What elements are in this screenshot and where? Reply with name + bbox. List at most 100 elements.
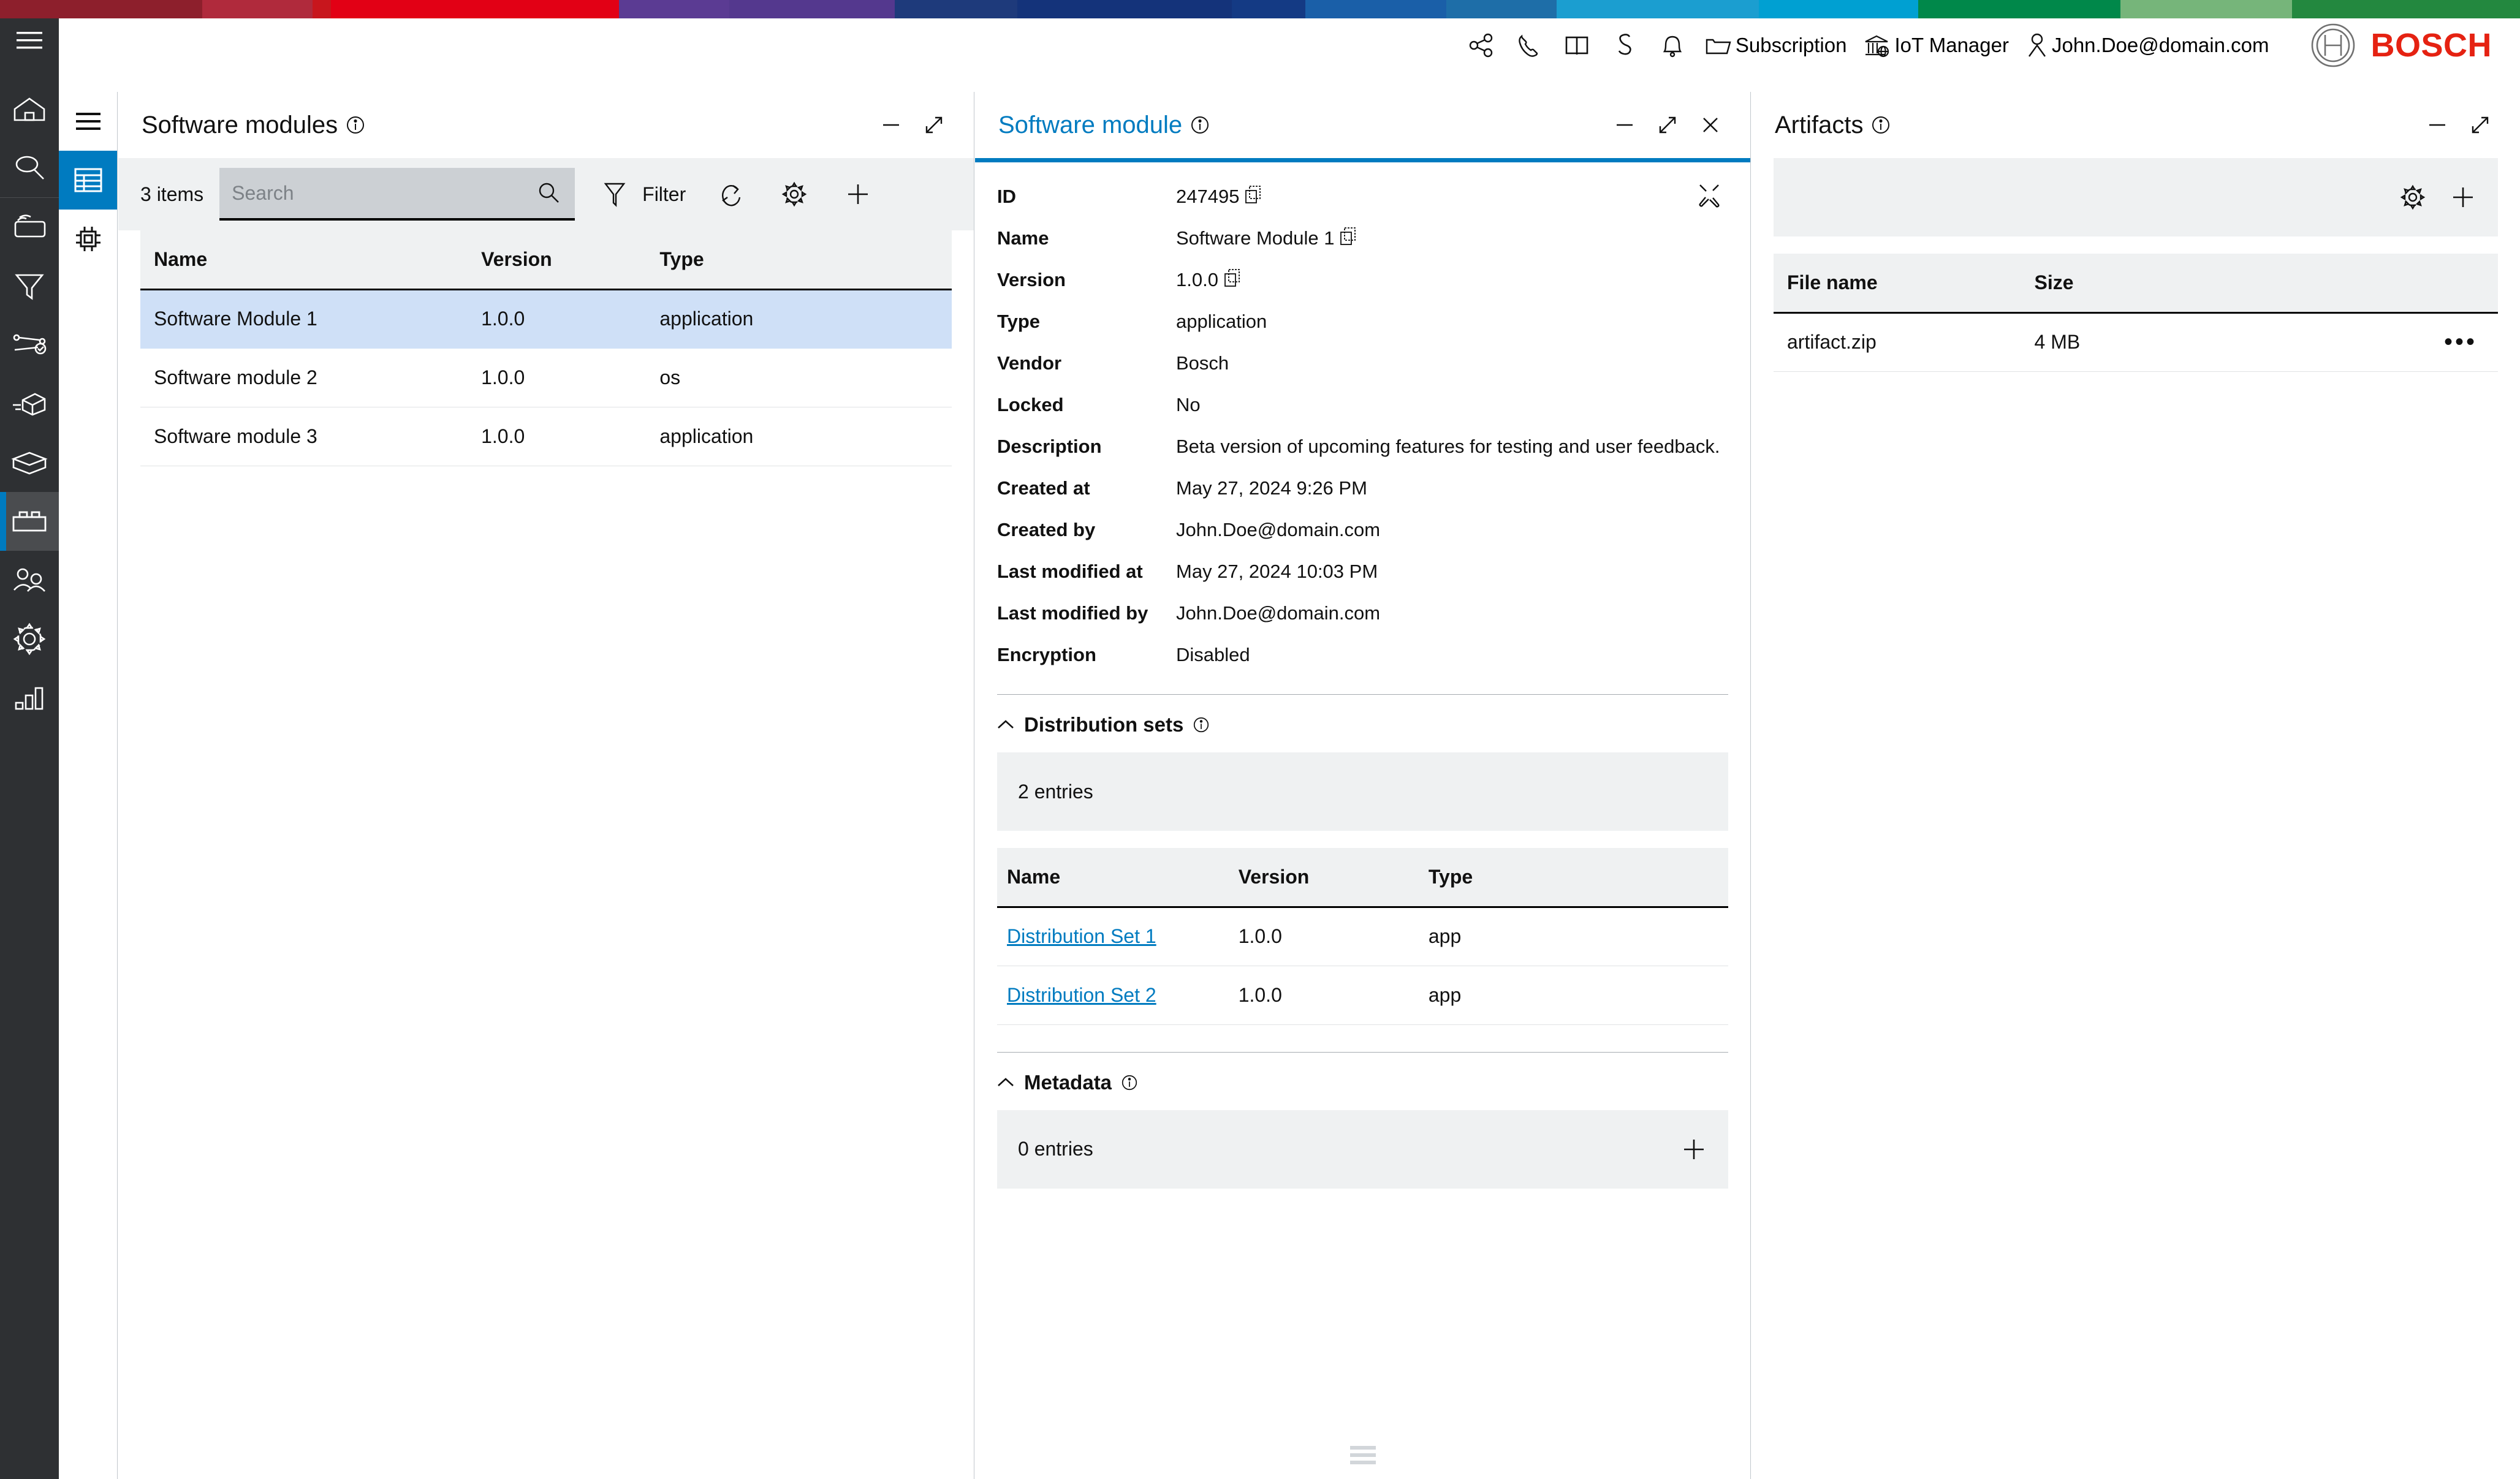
table-row[interactable]: Software module 3 1.0.0 application [140,407,952,466]
column-header-size[interactable]: Size [2034,254,2353,314]
refresh-button[interactable] [707,168,754,221]
chip-icon [75,227,101,251]
rail2-table-view-button[interactable] [59,151,117,210]
column-header-ds-name[interactable]: Name [997,848,1239,908]
detail-active-underline [975,158,1750,162]
artifacts-settings-button[interactable] [2394,178,2432,216]
list-icon [75,113,101,130]
table-row[interactable]: Software Module 1 1.0.0 application [140,289,952,349]
search-icon[interactable] [537,181,561,205]
detail-field-value: No [1176,392,1201,418]
supergraphic-segment [1758,0,1918,18]
cell-type: application [659,407,952,466]
panel-resize-handle[interactable] [975,1442,1750,1468]
search-field-wrapper[interactable] [219,168,575,221]
sidebar-item-reports[interactable] [0,668,59,727]
detail-expand-button[interactable] [1649,106,1687,144]
header-documentation-button[interactable] [1553,18,1601,72]
detail-field-value: Bosch [1176,350,1229,377]
info-icon[interactable] [1193,717,1209,733]
add-metadata-button[interactable] [1680,1136,1707,1163]
column-header-ds-type[interactable]: Type [1428,848,1728,908]
info-icon[interactable] [1872,116,1890,134]
cell-ds-type: app [1428,907,1728,966]
table-settings-button[interactable] [770,168,818,221]
detail-actions-button[interactable] [1690,176,1728,214]
header-share-button[interactable] [1457,18,1505,72]
detail-minimize-button[interactable] [1606,106,1644,144]
header-legal-button[interactable] [1601,18,1649,72]
software-module-detail-title: Software module [998,111,1183,138]
supergraphic-segment [1305,0,1446,18]
gear-icon [775,175,813,213]
column-header-name[interactable]: Name [140,230,482,290]
rail-hamburger-button[interactable] [0,18,59,62]
sidebar-item-software-modules[interactable] [0,492,59,551]
search-input[interactable] [232,181,563,205]
artifacts-expand-button[interactable] [2461,106,2499,144]
column-header-ds-version[interactable]: Version [1238,848,1429,908]
distribution-sets-entries-bar: 2 entries [997,752,1728,831]
menu-icon [17,32,42,49]
filter-icon [15,274,44,300]
expand-icon [1659,116,1676,134]
header-notifications-button[interactable] [1649,18,1696,72]
copy-icon[interactable] [1224,269,1240,287]
artifacts-minimize-button[interactable] [2418,106,2456,144]
sidebar-item-rollouts[interactable] [0,316,59,374]
detail-field-key: Last modified at [997,561,1143,582]
distribution-sets-section-header[interactable]: Distribution sets [997,695,1728,752]
rail2-hardware-button[interactable] [59,210,117,268]
header-phone-button[interactable] [1505,18,1553,72]
sidebar-item-devices[interactable] [0,198,59,257]
distribution-sets-title: Distribution sets [1024,713,1184,736]
info-icon[interactable] [1191,116,1209,134]
add-software-module-button[interactable] [834,168,882,221]
column-header-version[interactable]: Version [481,230,660,290]
sidebar-item-search[interactable] [0,138,59,197]
table-row[interactable]: artifact.zip 4 MB ••• [1774,312,2498,372]
info-icon[interactable] [346,116,365,134]
book-icon [1565,36,1588,55]
sidebar-item-home[interactable] [0,80,59,138]
sidebar-item-distribution-sets[interactable] [0,374,59,433]
supergraphic-segment [1017,0,1232,18]
table-row[interactable]: Distribution Set 2 1.0.0 app [997,966,1728,1025]
detail-field-value: Beta version of upcoming features for te… [1176,433,1720,460]
software-modules-expand-button[interactable] [915,106,953,144]
distribution-set-link[interactable]: Distribution Set 2 [1007,984,1156,1006]
info-icon[interactable] [1121,1075,1137,1091]
table-row[interactable]: Distribution Set 1 1.0.0 app [997,907,1728,966]
add-artifact-button[interactable] [2444,178,2482,216]
header-user-button[interactable]: John.Doe@domain.com [2017,18,2278,72]
column-header-type[interactable]: Type [659,230,952,290]
row-overflow-menu-button[interactable]: ••• [2444,328,2477,355]
sidebar-item-filters[interactable] [0,257,59,316]
table-row[interactable]: Software module 2 1.0.0 os [140,348,952,407]
chevron-up-icon [997,719,1014,730]
distribution-set-link[interactable]: Distribution Set 1 [1007,925,1156,947]
copy-icon[interactable] [1340,227,1356,246]
metadata-section-header[interactable]: Metadata [997,1053,1728,1110]
software-modules-minimize-button[interactable] [872,106,910,144]
table-header-row: Name Version Type [140,230,952,290]
header-iot-manager-button[interactable]: IoT Manager [1855,18,2017,72]
cell-version: 1.0.0 [481,289,660,349]
column-header-file-name[interactable]: File name [1774,254,2035,314]
detail-field-key: ID [997,186,1016,207]
header-subscription-button[interactable]: Subscription [1696,18,1856,72]
supergraphic-segment [0,0,202,18]
cell-row-menu: ••• [2353,312,2498,372]
detail-field-value: John.Doe@domain.com [1176,516,1380,543]
users-icon [13,568,45,592]
rail2-menu-button[interactable] [59,92,117,151]
detail-close-button[interactable] [1691,106,1729,144]
detail-field-row: ID 247495 [997,176,1728,218]
tools-icon [1699,184,1720,208]
sidebar-item-packages[interactable] [0,433,59,492]
detail-field-row: Created at May 27, 2024 9:26 PM [997,467,1728,509]
copy-icon[interactable] [1245,186,1261,204]
filter-button[interactable]: Filter [591,168,691,221]
sidebar-item-users[interactable] [0,551,59,610]
sidebar-item-settings[interactable] [0,610,59,668]
